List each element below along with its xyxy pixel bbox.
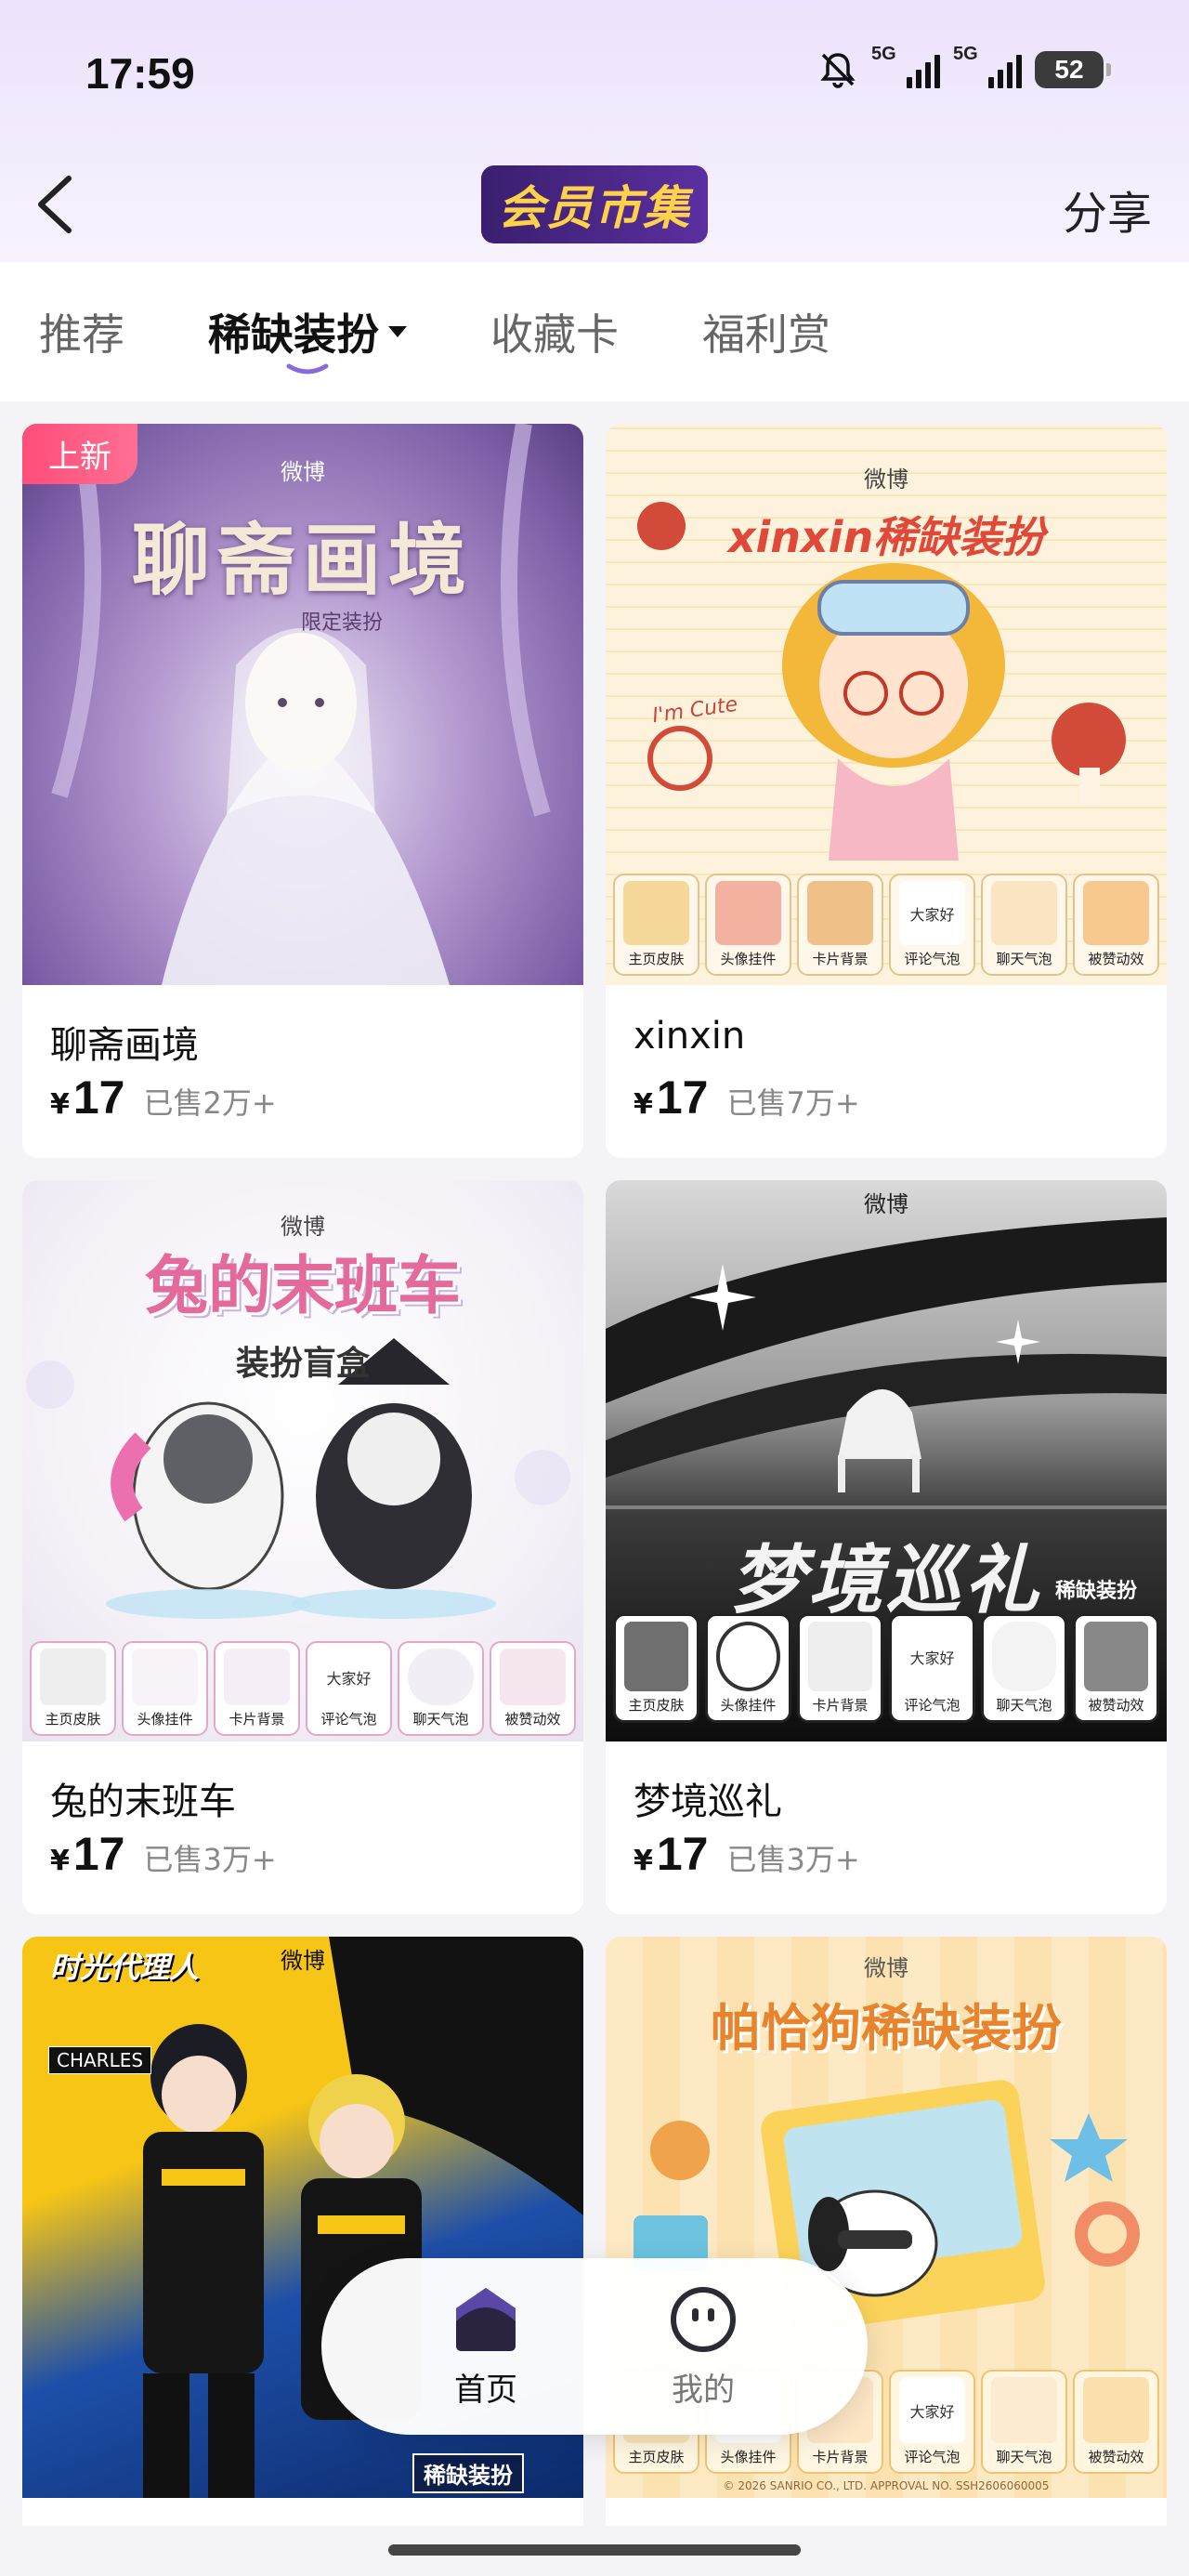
new-badge: 上新 [22, 424, 137, 484]
mute-bell-icon [820, 53, 856, 88]
tab-welfare[interactable]: 福利赏 [702, 262, 830, 401]
page-title: 会员市集 [0, 165, 1189, 243]
image-subtitle: 稀缺装扮 [412, 2453, 524, 2493]
item-tile: 被赞动效 [490, 1641, 576, 1736]
sold-count: 已售7万+ [726, 1085, 860, 1121]
currency-symbol: ¥ [50, 1088, 70, 1121]
item-tile: 主页皮肤 [30, 1641, 116, 1736]
product-card[interactable]: 上新 微博 聊斋画境 限定装扮 聊斋画境 ¥ 17 已售2万+ [22, 424, 583, 1158]
status-bar: 17:59 5G 5G 52 [0, 0, 1189, 149]
product-card[interactable]: 微博 兔的末班车 装扮盲盒 主页皮肤 头像挂件 卡片背景 大家好 评论气泡 聊天… [22, 1180, 583, 1914]
item-tile: 聊天气泡 [981, 1613, 1067, 1723]
product-card[interactable]: 微博 帕恰狗稀缺装扮 主页皮肤 头像挂件 卡片背景 大家好 评论气泡 聊天气泡 被… [606, 1937, 1167, 2576]
item-tile: 主页皮肤 [613, 874, 699, 976]
product-price: 17 [72, 1071, 125, 1124]
price-row: ¥ 17 已售7万+ [634, 1071, 860, 1124]
image-title: 兔的末班车 [144, 1250, 461, 1323]
share-button[interactable]: 分享 [1063, 177, 1152, 242]
item-tile: 被赞动效 [1073, 1613, 1159, 1723]
product-card[interactable]: 微博 xinxin稀缺装扮 I'm Cute 主页皮肤 头像挂件 卡片背景 大家… [606, 424, 1167, 1158]
weibo-tag: 微博 [281, 1948, 325, 1974]
profile-face-icon [671, 2286, 736, 2352]
item-tile: 聊天气泡 [981, 2370, 1067, 2474]
weibo-tag: 微博 [864, 1955, 908, 1981]
price-row: ¥ 17 已售3万+ [50, 1827, 277, 1881]
product-image: 微博 xinxin稀缺装扮 I'm Cute 主页皮肤 头像挂件 卡片背景 大家… [606, 424, 1167, 985]
item-strip: 主页皮肤 头像挂件 卡片背景 大家好 评论气泡 聊天气泡 被赞动效 [613, 1613, 1159, 1723]
item-tile: 被赞动效 [1073, 2370, 1159, 2474]
product-name: 聊斋画境 [50, 1024, 199, 1067]
product-image: 微博 梦境巡礼 稀缺装扮 主页皮肤 头像挂件 卡片背景 大家好 评论气泡 聊天气泡… [606, 1180, 1167, 1741]
image-subtitle: 限定装扮 [301, 611, 384, 635]
product-name: xinxin [634, 1015, 746, 1058]
item-tile: 被赞动效 [1073, 874, 1159, 976]
image-subtitle: 装扮盲盒 [235, 1345, 370, 1383]
product-price: 17 [656, 1071, 709, 1124]
weibo-tag: 微博 [864, 467, 908, 493]
item-tile: 大家好 评论气泡 [889, 2370, 975, 2474]
image-subtitle: 稀缺装扮 [1054, 1580, 1137, 1603]
copyright-note: © 2026 SANRIO CO., LTD. APPROVAL NO. SSH… [723, 2479, 1050, 2492]
item-strip: 主页皮肤 头像挂件 卡片背景 大家好 评论气泡 聊天气泡 被赞动效 [30, 1641, 576, 1736]
tab-rare-outfits[interactable]: 稀缺装扮 [208, 262, 407, 401]
charles-label: CHARLES [48, 2046, 152, 2074]
tab-collection-cards[interactable]: 收藏卡 [490, 262, 619, 401]
nav-profile[interactable]: 我的 [629, 2284, 777, 2410]
product-card[interactable]: 时光代理人 微博 CHARLES 稀缺装扮 [22, 1937, 583, 2576]
nav-home-label: 首页 [454, 2371, 517, 2409]
currency-symbol: ¥ [634, 1088, 653, 1121]
item-tile: 大家好 评论气泡 [889, 1613, 975, 1723]
item-tile: 聊天气泡 [981, 874, 1067, 976]
category-tabs: 推荐 稀缺装扮 收藏卡 福利赏 [0, 262, 1189, 401]
item-tile: 卡片背景 [797, 874, 883, 976]
price-row: ¥ 17 已售2万+ [50, 1071, 277, 1124]
sold-count: 已售3万+ [143, 1842, 277, 1877]
item-tile: 卡片背景 [214, 1641, 300, 1736]
tab-recommend[interactable]: 推荐 [39, 262, 124, 401]
nav-home[interactable]: 首页 [412, 2284, 560, 2410]
product-card[interactable]: 微博 梦境巡礼 稀缺装扮 主页皮肤 头像挂件 卡片背景 大家好 评论气泡 聊天气泡… [606, 1180, 1167, 1914]
home-icon [456, 2287, 516, 2351]
caret-down-icon [388, 326, 407, 337]
product-price: 17 [656, 1828, 709, 1880]
market-logo: 会员市集 [481, 165, 708, 243]
signal-icon: 5G [953, 44, 1022, 88]
nav-profile-label: 我的 [672, 2371, 735, 2409]
currency-symbol: ¥ [50, 1845, 70, 1877]
status-time: 17:59 [85, 49, 195, 98]
weibo-tag: 微博 [864, 1191, 908, 1217]
product-name: 兔的末班车 [50, 1781, 236, 1823]
home-indicator[interactable] [388, 2544, 801, 2556]
tab-active-indicator [286, 363, 329, 375]
product-image: 上新 微博 聊斋画境 限定装扮 [22, 424, 583, 985]
image-title: xinxin稀缺装扮 [727, 512, 1045, 562]
item-tile: 头像挂件 [705, 874, 791, 976]
price-row: ¥ 17 已售3万+ [634, 1827, 860, 1881]
battery-icon: 52 [1035, 51, 1111, 88]
signal-icon: 5G [871, 44, 940, 88]
image-title: 帕恰狗稀缺装扮 [711, 1999, 1062, 2057]
product-image: 微博 兔的末班车 装扮盲盒 主页皮肤 头像挂件 卡片背景 大家好 评论气泡 聊天… [22, 1180, 583, 1741]
image-title: 聊斋画境 [131, 514, 474, 606]
item-tile: 大家好 评论气泡 [306, 1641, 392, 1736]
item-tile: 头像挂件 [705, 1613, 791, 1723]
product-name: 梦境巡礼 [634, 1781, 782, 1823]
product-price: 17 [72, 1828, 125, 1880]
item-tile: 大家好 评论气泡 [889, 874, 975, 976]
bottom-nav: 首页 我的 [321, 2258, 868, 2435]
item-tile: 卡片背景 [797, 1613, 883, 1723]
item-tile: 聊天气泡 [398, 1641, 484, 1736]
sold-count: 已售3万+ [726, 1842, 860, 1877]
status-icons: 5G 5G 52 [817, 44, 1111, 93]
sold-count: 已售2万+ [143, 1085, 277, 1121]
item-tile: 主页皮肤 [613, 1613, 699, 1723]
currency-symbol: ¥ [634, 1845, 653, 1877]
item-strip: 主页皮肤 头像挂件 卡片背景 大家好 评论气泡 聊天气泡 被赞动效 [613, 874, 1159, 976]
item-tile: 头像挂件 [122, 1641, 208, 1736]
